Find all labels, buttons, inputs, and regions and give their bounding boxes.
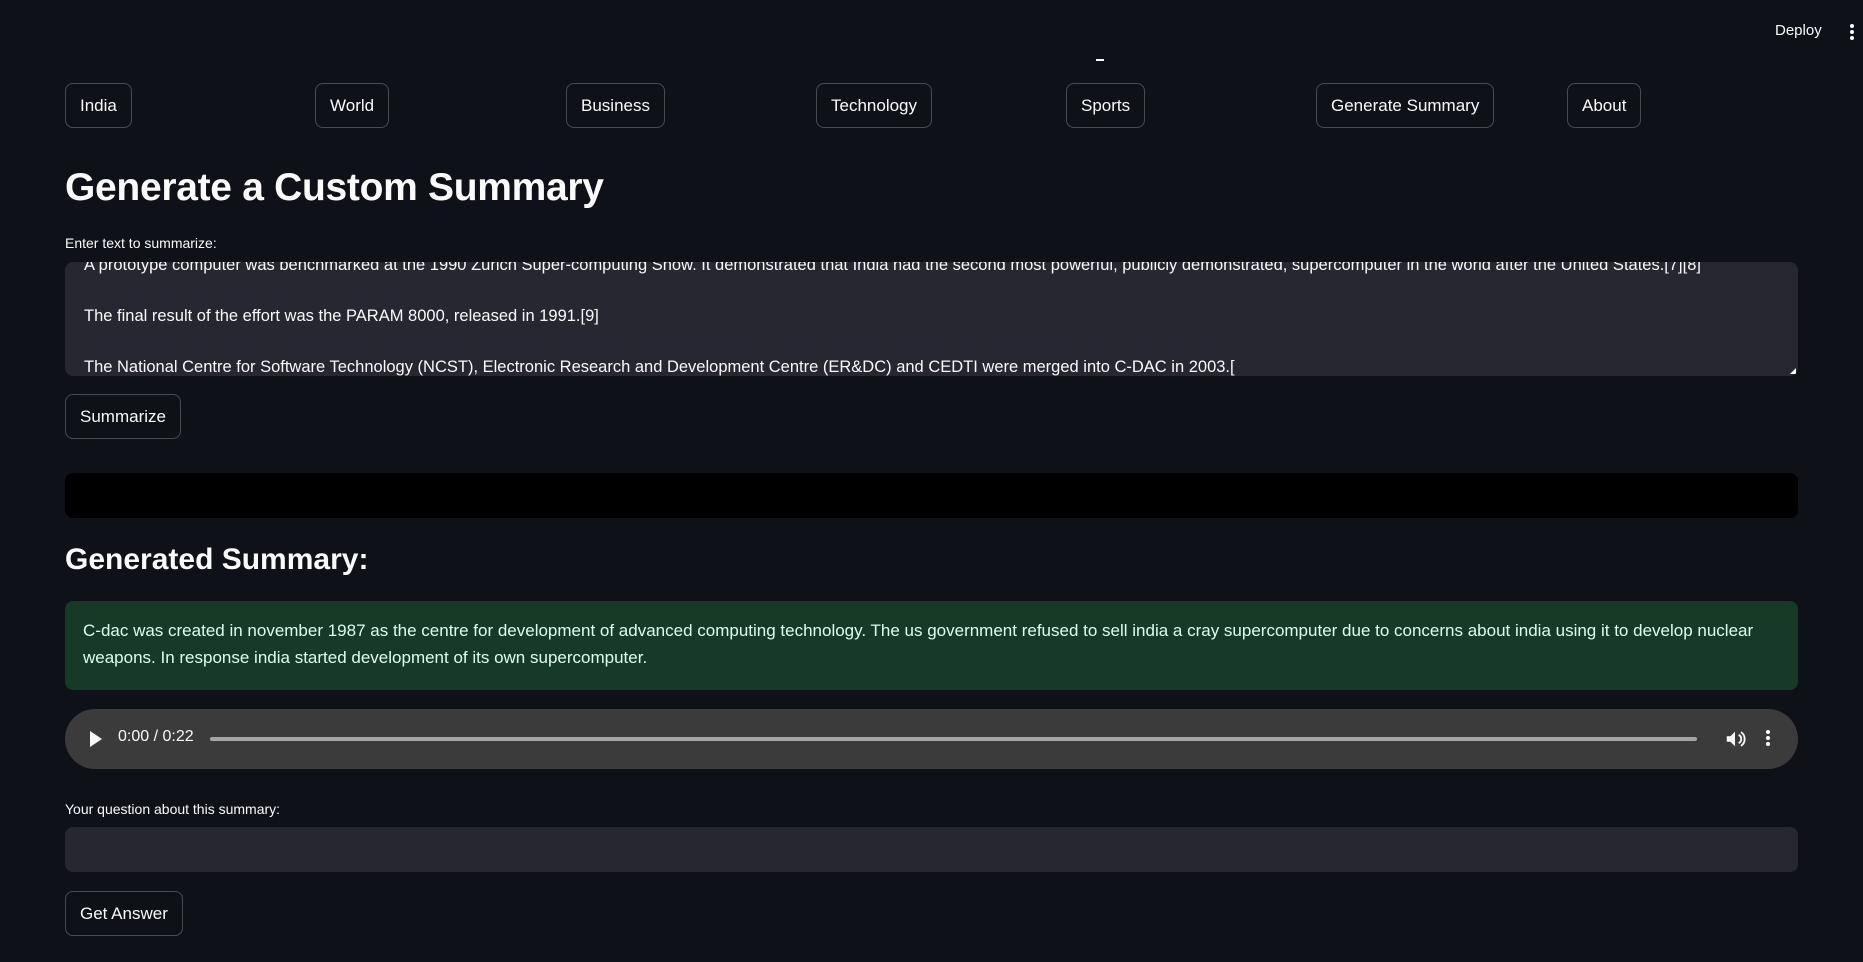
question-input[interactable] xyxy=(65,827,1798,872)
summary-header: Generated Summary: xyxy=(65,543,369,576)
text-line: The National Centre for Software Technol… xyxy=(84,358,1235,376)
output-placeholder xyxy=(65,473,1798,518)
text-line: A prototype computer was benchmarked at … xyxy=(84,262,1701,274)
audio-progress-track[interactable] xyxy=(210,737,1697,741)
audio-time: 0:00 / 0:22 xyxy=(118,728,194,745)
nav-business-button[interactable]: Business xyxy=(566,83,665,128)
nav-world-button[interactable]: World xyxy=(315,83,390,128)
text-line: The final result of the effort was the P… xyxy=(84,307,599,325)
deploy-button[interactable]: Deploy xyxy=(1775,22,1822,39)
play-icon[interactable] xyxy=(90,731,102,747)
summary-text: C-dac was created in november 1987 as th… xyxy=(83,621,1754,667)
summarize-button[interactable]: Summarize xyxy=(65,394,181,439)
get-answer-button[interactable]: Get Answer xyxy=(65,891,183,936)
main-menu-icon[interactable] xyxy=(1849,24,1855,42)
nav-about-button[interactable]: About xyxy=(1567,83,1642,128)
nav-technology-button[interactable]: Technology xyxy=(816,83,933,128)
question-label: Your question about this summary: xyxy=(65,801,281,817)
audio-player: 0:00 / 0:22 xyxy=(65,709,1798,769)
nav-generate-summary-button[interactable]: Generate Summary xyxy=(1316,83,1495,128)
summary-result-box: C-dac was created in november 1987 as th… xyxy=(65,601,1798,690)
audio-menu-icon[interactable] xyxy=(1765,730,1771,748)
summary-text-area[interactable]: A prototype computer was benchmarked at … xyxy=(65,262,1798,376)
nav-sports-button[interactable]: Sports xyxy=(1066,83,1146,128)
status-indicator xyxy=(1096,59,1104,61)
resize-handle-icon[interactable] xyxy=(1790,368,1796,374)
page-title: Generate a Custom Summary xyxy=(65,166,604,209)
volume-icon[interactable] xyxy=(1724,728,1746,750)
top-bar: Deploy xyxy=(0,0,1863,64)
input-label: Enter text to summarize: xyxy=(65,235,217,251)
nav-india-button[interactable]: India xyxy=(65,83,132,128)
